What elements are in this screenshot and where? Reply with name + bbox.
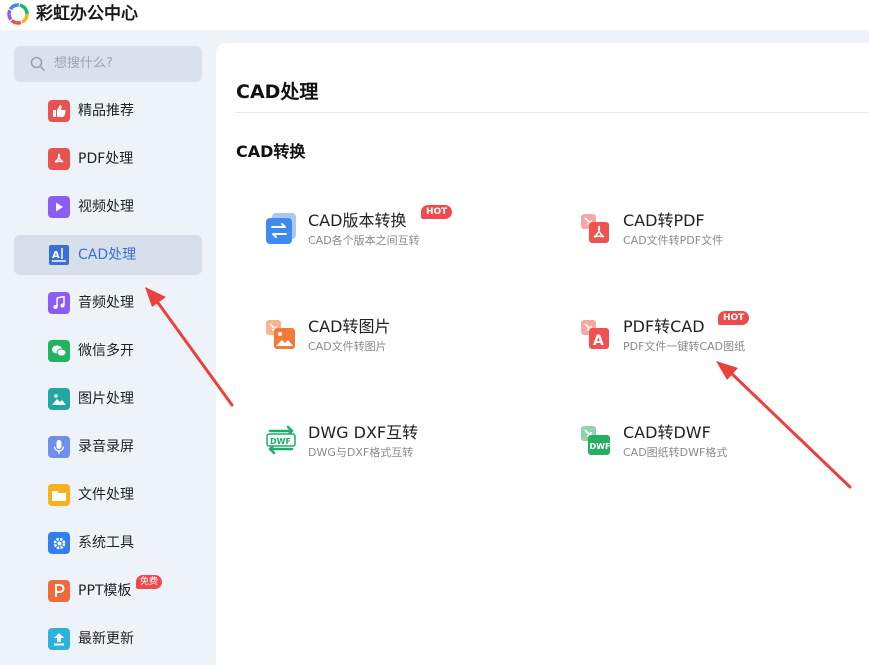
- sidebar-item-video[interactable]: 视频处理: [14, 187, 202, 227]
- tool-name: CAD版本转换: [308, 211, 407, 230]
- cad-to-dwf-icon: DWF: [581, 426, 611, 455]
- search-input[interactable]: 想搜什么?: [14, 46, 202, 82]
- pdf-to-cad-icon: A: [581, 320, 609, 349]
- play-icon: [48, 196, 70, 218]
- folder-icon: [48, 484, 70, 506]
- tool-description: CAD图纸转DWF格式: [623, 446, 728, 459]
- tool-name: CAD转图片: [308, 317, 391, 336]
- svg-text:A: A: [52, 250, 60, 261]
- svg-text:A: A: [593, 333, 604, 349]
- sidebar-item-label: PDF处理: [78, 151, 134, 167]
- cad-icon: A: [48, 244, 70, 266]
- page-title: CAD处理: [236, 81, 319, 103]
- microphone-icon: [48, 436, 70, 458]
- sidebar-item-recording[interactable]: 录音录屏: [14, 427, 202, 467]
- sidebar-item-label: 系统工具: [78, 535, 134, 551]
- tool-cad-to-image[interactable]: CAD转图片 CAD文件转图片: [264, 311, 524, 371]
- svg-text:DWF: DWF: [590, 442, 611, 451]
- music-icon: [48, 292, 70, 314]
- title-bar: 彩虹办公中心: [0, 0, 869, 30]
- sidebar-item-label: 音频处理: [78, 295, 134, 311]
- sidebar-item-files[interactable]: 文件处理: [14, 475, 202, 515]
- sidebar-item-label: CAD处理: [78, 247, 137, 263]
- sidebar-item-ppt-templates[interactable]: PPT模板 免费: [14, 571, 202, 611]
- app-title: 彩虹办公中心: [36, 4, 138, 24]
- tool-cad-version-convert[interactable]: CAD版本转换 HOT CAD各个版本之间互转: [264, 205, 524, 265]
- divider: [236, 112, 869, 113]
- tool-cad-to-dwf[interactable]: DWF CAD转DWF CAD图纸转DWF格式: [579, 417, 839, 477]
- tool-dwg-dxf-convert[interactable]: DWF DWG DXF互转 DWG与DXF格式互转: [264, 417, 524, 477]
- version-convert-icon: [266, 213, 296, 244]
- pdf-icon: [48, 148, 70, 170]
- sidebar-item-latest-updates[interactable]: 最新更新: [14, 619, 202, 659]
- sidebar: 想搜什么? 精品推荐 PDF处理 视频处理 A CAD处理 音频处理 微信多开 …: [0, 30, 215, 665]
- sidebar-item-audio[interactable]: 音频处理: [14, 283, 202, 323]
- section-title: CAD转换: [236, 142, 306, 161]
- tool-name: DWG DXF互转: [308, 423, 419, 442]
- hot-badge: HOT: [421, 205, 453, 219]
- sidebar-item-wechat[interactable]: 微信多开: [14, 331, 202, 371]
- tool-description: PDF文件一键转CAD图纸: [623, 340, 746, 353]
- sidebar-item-label: PPT模板: [78, 583, 132, 599]
- svg-text:DWF: DWF: [270, 437, 291, 446]
- sidebar-item-system-tools[interactable]: 系统工具: [14, 523, 202, 563]
- hot-badge: HOT: [718, 311, 750, 325]
- search-icon: [30, 56, 45, 71]
- tool-pdf-to-cad[interactable]: A PDF转CAD HOT PDF文件一键转CAD图纸: [579, 311, 839, 371]
- sidebar-item-label: 文件处理: [78, 487, 134, 503]
- free-badge: 免费: [136, 575, 163, 589]
- tool-description: CAD文件转图片: [308, 340, 387, 353]
- tool-description: DWG与DXF格式互转: [308, 446, 414, 459]
- ppt-icon: [48, 580, 70, 602]
- sidebar-item-label: 图片处理: [78, 391, 134, 407]
- tool-name: CAD转PDF: [623, 211, 705, 230]
- main-panel: CAD处理 CAD转换 CAD版本转换 HOT CAD各个版本之间互转 CAD转…: [216, 43, 869, 665]
- sidebar-item-label: 微信多开: [78, 343, 134, 359]
- dwg-dxf-icon: DWF: [266, 425, 296, 455]
- sidebar-item-image[interactable]: 图片处理: [14, 379, 202, 419]
- tool-description: CAD文件转PDF文件: [623, 234, 724, 247]
- cad-to-image-icon: [266, 320, 295, 349]
- tool-name: PDF转CAD: [623, 317, 705, 336]
- tool-description: CAD各个版本之间互转: [308, 234, 420, 247]
- gear-icon: [48, 532, 70, 554]
- sidebar-item-label: 视频处理: [78, 199, 134, 215]
- sidebar-item-label: 录音录屏: [78, 439, 134, 455]
- wechat-icon: [48, 340, 70, 362]
- sidebar-item-label: 精品推荐: [78, 103, 134, 119]
- thumbs-up-icon: [48, 100, 70, 122]
- cad-to-pdf-icon: [581, 214, 609, 243]
- sidebar-item-pdf[interactable]: PDF处理: [14, 139, 202, 179]
- sidebar-item-cad[interactable]: A CAD处理: [14, 235, 202, 275]
- search-placeholder: 想搜什么?: [54, 56, 113, 71]
- upload-icon: [48, 628, 70, 650]
- sidebar-item-label: 最新更新: [78, 631, 134, 647]
- tool-cad-to-pdf[interactable]: CAD转PDF CAD文件转PDF文件: [579, 205, 839, 265]
- rainbow-logo-icon: [7, 3, 29, 25]
- tool-name: CAD转DWF: [623, 423, 711, 442]
- sidebar-item-recommended[interactable]: 精品推荐: [14, 91, 202, 131]
- image-icon: [48, 388, 70, 410]
